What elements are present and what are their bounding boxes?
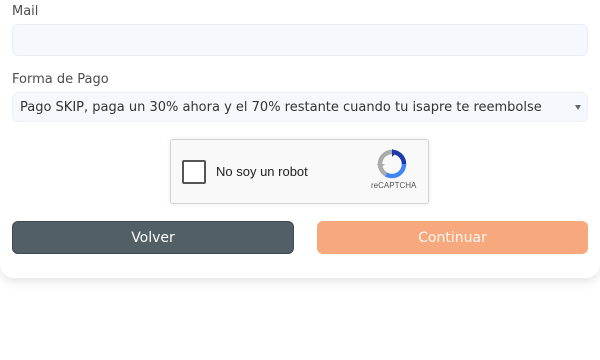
recaptcha-checkbox[interactable] — [182, 160, 206, 184]
chevron-down-icon[interactable] — [575, 105, 581, 110]
recaptcha-checkbox-label: No soy un robot — [216, 164, 308, 179]
recaptcha-widget: No soy un robot reCAPTCHA — [170, 139, 429, 204]
payment-method-label: Forma de Pago — [12, 72, 109, 87]
payment-method-selected-value: Pago SKIP, paga un 30% ahora y el 70% re… — [20, 99, 542, 115]
mail-input[interactable] — [12, 24, 588, 56]
mail-label: Mail — [12, 4, 39, 19]
recaptcha-logo-icon — [377, 149, 407, 179]
recaptcha-brand-text: reCAPTCHA — [371, 181, 417, 190]
payment-method-select[interactable]: Pago SKIP, paga un 30% ahora y el 70% re… — [12, 92, 588, 122]
back-button[interactable]: Volver — [12, 221, 294, 254]
continue-button[interactable]: Continuar — [317, 221, 588, 254]
